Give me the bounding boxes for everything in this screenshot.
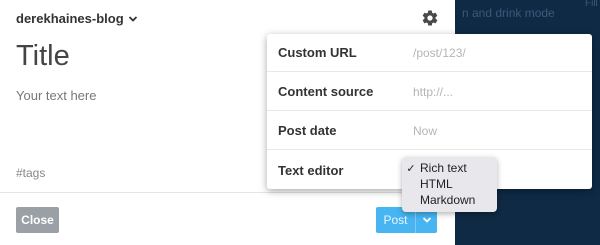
post-date-label: Post date (278, 123, 337, 138)
gear-icon[interactable] (421, 9, 439, 27)
setting-row-post-date: Post date (267, 112, 592, 150)
close-button[interactable]: Close (16, 207, 59, 233)
content-source-input[interactable] (413, 84, 573, 99)
option-label: Rich text (420, 161, 467, 175)
checkmark-icon: ✓ (406, 162, 416, 175)
custom-url-input[interactable] (413, 45, 573, 60)
editor-option-html[interactable]: HTML (402, 176, 497, 192)
post-body-input[interactable]: Your text here (16, 88, 96, 103)
custom-url-label: Custom URL (278, 45, 357, 60)
content-source-label: Content source (278, 84, 374, 99)
blog-name: derekhaines-blog (16, 11, 124, 26)
setting-row-custom-url: Custom URL (267, 34, 592, 72)
text-editor-select-menu: ✓ Rich text HTML Markdown (402, 157, 497, 212)
post-footer: Close Post (0, 192, 455, 245)
setting-row-content-source: Content source (267, 73, 592, 111)
background-corner-text: Fill (585, 0, 598, 9)
editor-option-markdown[interactable]: Markdown (402, 192, 497, 208)
tags-input[interactable]: #tags (16, 166, 45, 180)
text-editor-label: Text editor (278, 162, 344, 178)
chevron-down-icon (128, 15, 137, 22)
chevron-down-icon (422, 217, 431, 223)
option-label: Markdown (420, 193, 476, 207)
post-date-input[interactable] (413, 123, 573, 138)
editor-option-rich-text[interactable]: ✓ Rich text (402, 160, 497, 176)
option-label: HTML (420, 177, 453, 191)
blog-selector[interactable]: derekhaines-blog (16, 11, 138, 26)
background-text: n and drink mode (462, 6, 555, 20)
post-title-input[interactable]: Title (16, 40, 70, 73)
